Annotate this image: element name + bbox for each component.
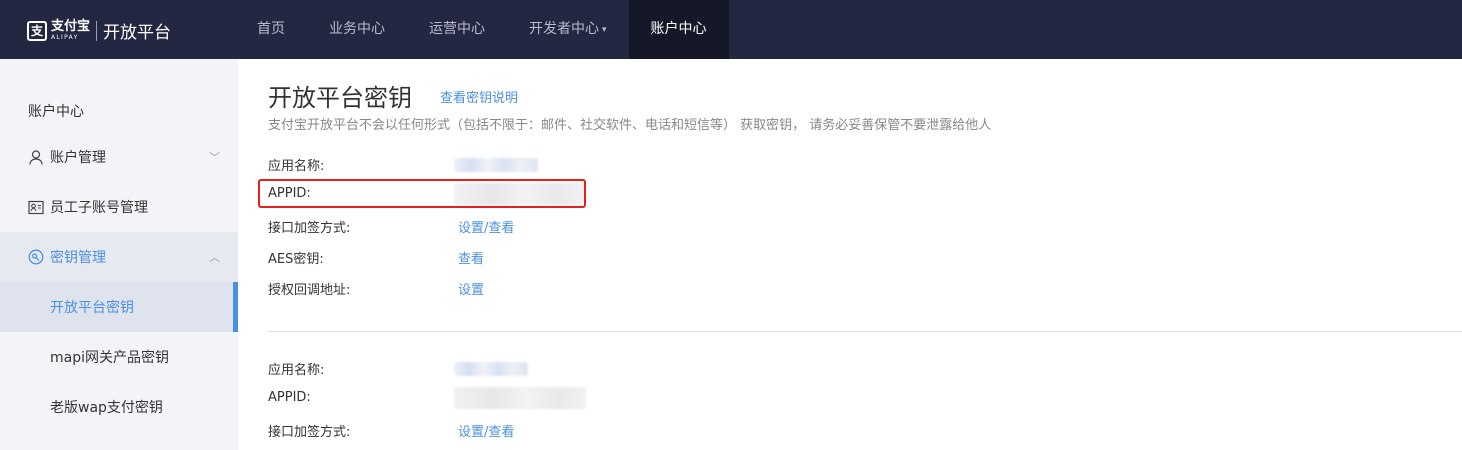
sidebar-item-label: 账户管理 bbox=[50, 150, 106, 166]
chevron-down-icon: ﹀ bbox=[209, 151, 220, 164]
sign-method-label: 接口加签方式: bbox=[268, 425, 351, 440]
nav-developer-center[interactable]: 开发者中心 ▾ bbox=[507, 0, 629, 59]
security-notice: 支付宝开放平台不会以任何形式（包括不限于：邮件、社交软件、电话和短信等） 获取密… bbox=[268, 118, 992, 133]
aes-key-label: AES密钥: bbox=[268, 252, 324, 267]
sidebar-subitem-open-platform-keys[interactable]: 开放平台密钥 bbox=[0, 282, 238, 332]
nav-business-center[interactable]: 业务中心 bbox=[307, 0, 407, 59]
sidebar-subitem-label: mapi网关产品密钥 bbox=[50, 350, 169, 366]
key-icon bbox=[28, 249, 44, 265]
alipay-logo[interactable]: 支 支付宝 ALIPAY 开放平台 bbox=[27, 18, 171, 43]
brand-cn: 支付宝 bbox=[51, 19, 91, 34]
sign-method-link[interactable]: 设置/查看 bbox=[458, 421, 514, 440]
user-icon bbox=[28, 149, 44, 165]
sidebar-item-staff-accounts[interactable]: 员工子账号管理 bbox=[0, 182, 238, 232]
sidebar-item-key-management[interactable]: 密钥管理 ︿ bbox=[0, 232, 238, 282]
sign-method-label: 接口加签方式: bbox=[268, 221, 351, 236]
nav-account-center[interactable]: 账户中心 bbox=[628, 0, 729, 59]
sidebar-item-label: 员工子账号管理 bbox=[50, 200, 148, 216]
id-card-icon bbox=[28, 199, 44, 215]
sidebar-item-label: 密钥管理 bbox=[50, 250, 106, 266]
callback-url-link[interactable]: 设置 bbox=[458, 279, 484, 298]
page-title: 开放平台密钥 bbox=[268, 84, 412, 112]
sign-method-link[interactable]: 设置/查看 bbox=[458, 217, 514, 236]
key-help-link[interactable]: 查看密钥说明 bbox=[440, 87, 518, 106]
app-name-value-redacted bbox=[454, 362, 528, 376]
app-name-label: 应用名称: bbox=[268, 363, 325, 378]
sidebar-subitem-label: 开放平台密钥 bbox=[50, 300, 134, 316]
sidebar-item-account-management[interactable]: 账户管理 ﹀ bbox=[0, 132, 238, 182]
appid-label: APPID: bbox=[268, 390, 311, 405]
appid-value-redacted bbox=[454, 387, 586, 409]
sidebar-subitem-mapi-keys[interactable]: mapi网关产品密钥 bbox=[0, 332, 238, 382]
app-name-label: 应用名称: bbox=[268, 159, 325, 174]
main-nav: 首页 业务中心 运营中心 开发者中心 ▾ 账户中心 bbox=[235, 0, 729, 59]
brand-platform: 开放平台 bbox=[103, 23, 172, 43]
logo-divider bbox=[96, 20, 98, 41]
sidebar-subitem-label: 老版wap支付密钥 bbox=[50, 400, 163, 416]
sidebar-subitem-old-wap-keys[interactable]: 老版wap支付密钥 bbox=[0, 382, 238, 432]
section-divider bbox=[268, 331, 1462, 332]
caret-down-icon: ▾ bbox=[602, 25, 607, 35]
nav-operations-center[interactable]: 运营中心 bbox=[407, 0, 507, 59]
app-name-value-redacted bbox=[454, 158, 538, 172]
appid-highlight-box bbox=[258, 179, 586, 208]
nav-home[interactable]: 首页 bbox=[235, 0, 307, 59]
callback-url-label: 授权回调地址: bbox=[268, 283, 351, 298]
alipay-logo-icon: 支 bbox=[27, 20, 47, 41]
top-navbar: 支 支付宝 ALIPAY 开放平台 首页 业务中心 运营中心 开发者中心 ▾ 账户… bbox=[0, 0, 1462, 59]
aes-key-view-link[interactable]: 查看 bbox=[458, 248, 484, 267]
chevron-up-icon: ︿ bbox=[209, 251, 220, 264]
brand-en: ALIPAY bbox=[51, 34, 79, 41]
sidebar: 账户中心 账户管理 ﹀ 员工子账号管理 密钥管理 ︿ 开放平台密钥 mapi网关… bbox=[0, 59, 238, 450]
sidebar-title: 账户中心 bbox=[28, 104, 84, 120]
